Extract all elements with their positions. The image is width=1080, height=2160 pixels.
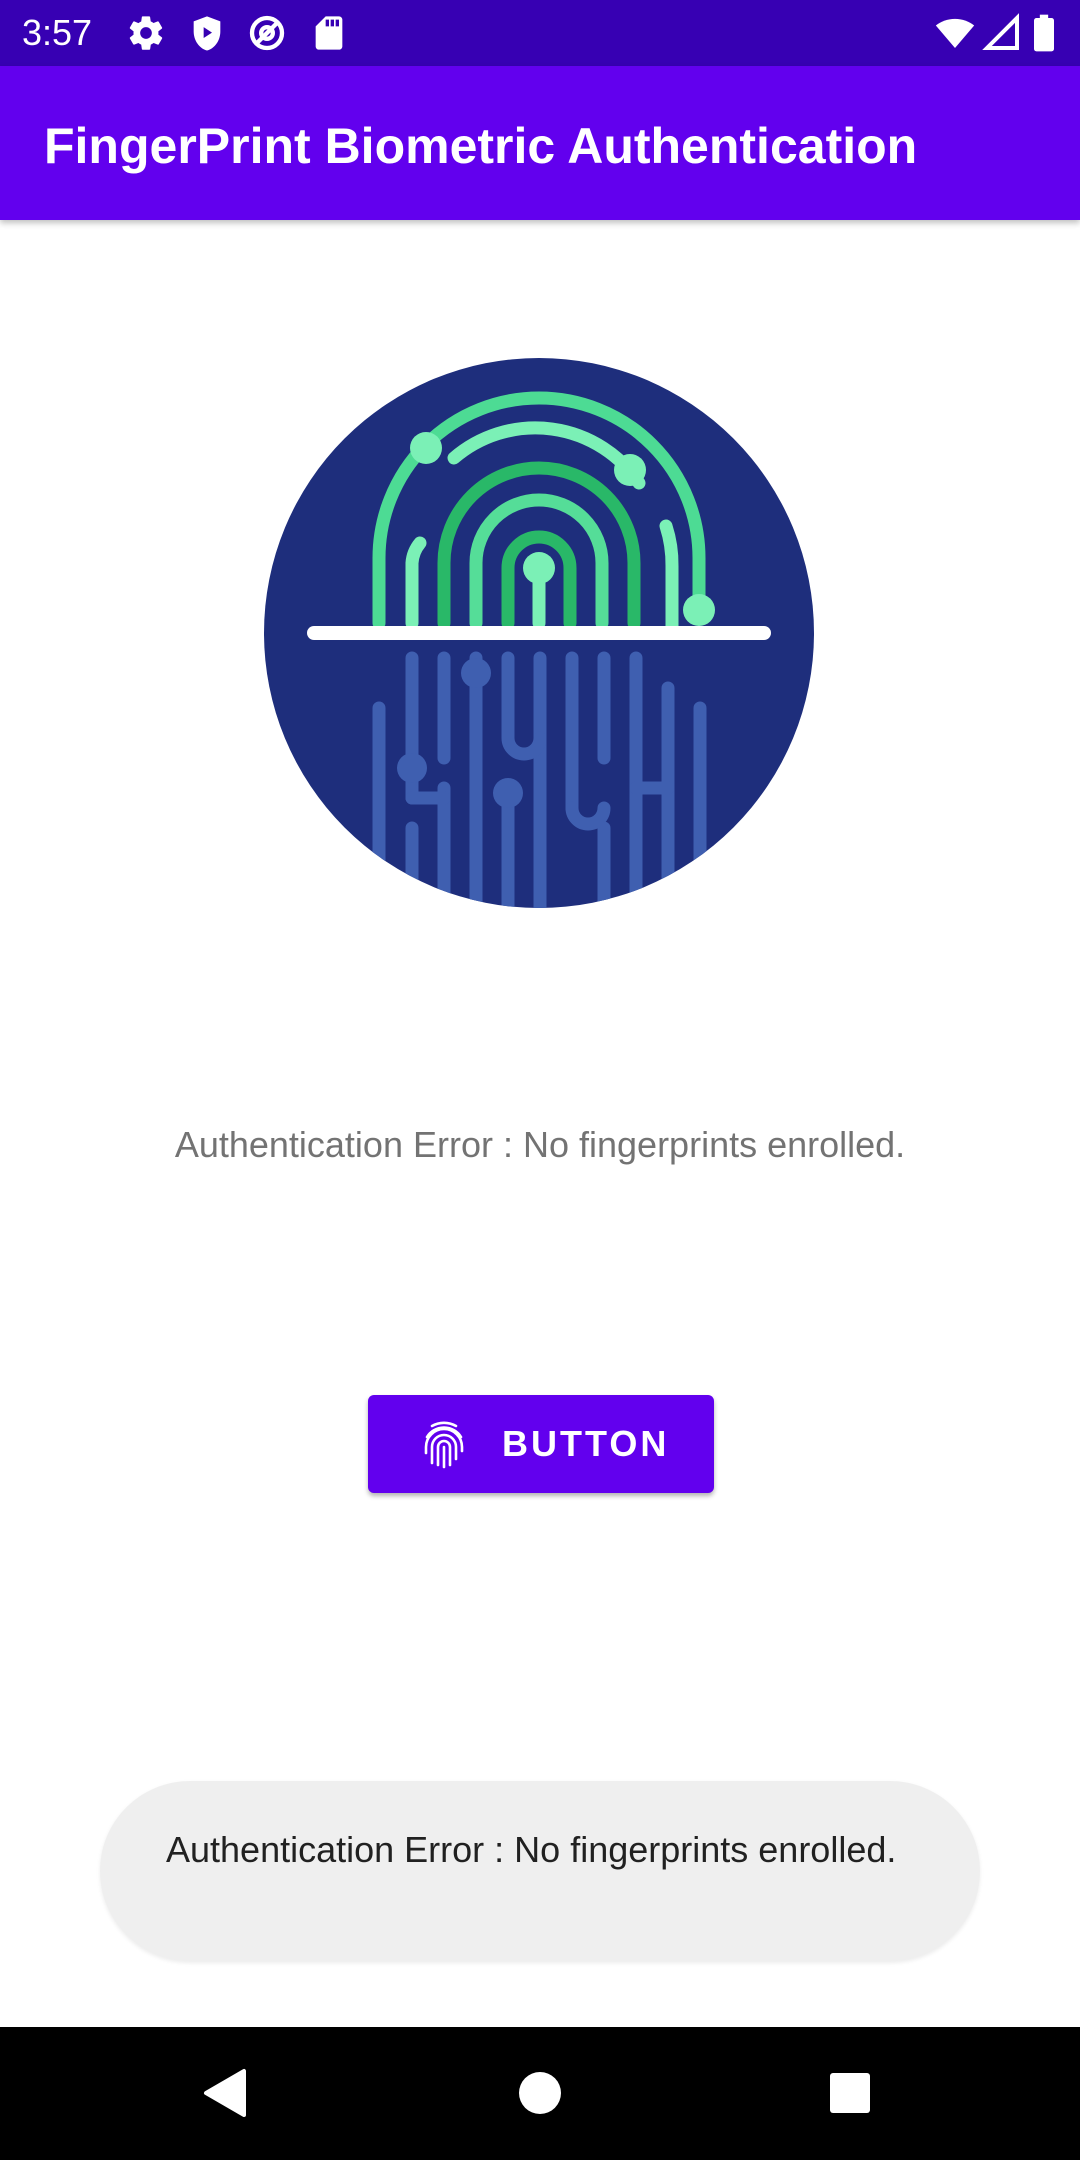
navigation-bar: [0, 2027, 1080, 2160]
gear-icon: [126, 13, 166, 53]
fingerprint-scan-icon: [264, 358, 814, 908]
home-icon[interactable]: [510, 2063, 570, 2123]
status-time: 3:57: [22, 12, 93, 53]
battery-icon: [1032, 13, 1060, 53]
authenticate-button-label: BUTTON: [502, 1423, 670, 1464]
auth-status-message: Authentication Error : No fingerprints e…: [174, 1124, 906, 1165]
at-sign-icon: [247, 13, 287, 53]
shield-icon: [187, 13, 227, 53]
app-bar: FingerPrint Biometric Authentication: [0, 66, 1080, 220]
back-icon[interactable]: [196, 2063, 256, 2123]
authenticate-button[interactable]: BUTTON: [368, 1395, 714, 1493]
toast-message: Authentication Error : No fingerprints e…: [100, 1781, 980, 1961]
fingerprint-icon: [418, 1419, 470, 1471]
screen: 3:57 FingerPrint Biometric Authenticatio…: [0, 0, 1080, 2160]
sd-card-icon: [309, 13, 349, 53]
recents-icon[interactable]: [820, 2063, 880, 2123]
app-title: FingerPrint Biometric Authentication: [44, 118, 918, 174]
status-bar: 3:57: [0, 0, 1080, 66]
wifi-icon: [935, 13, 975, 53]
toast-text: Authentication Error : No fingerprints e…: [166, 1829, 897, 1870]
cell-signal-icon: [982, 13, 1022, 53]
